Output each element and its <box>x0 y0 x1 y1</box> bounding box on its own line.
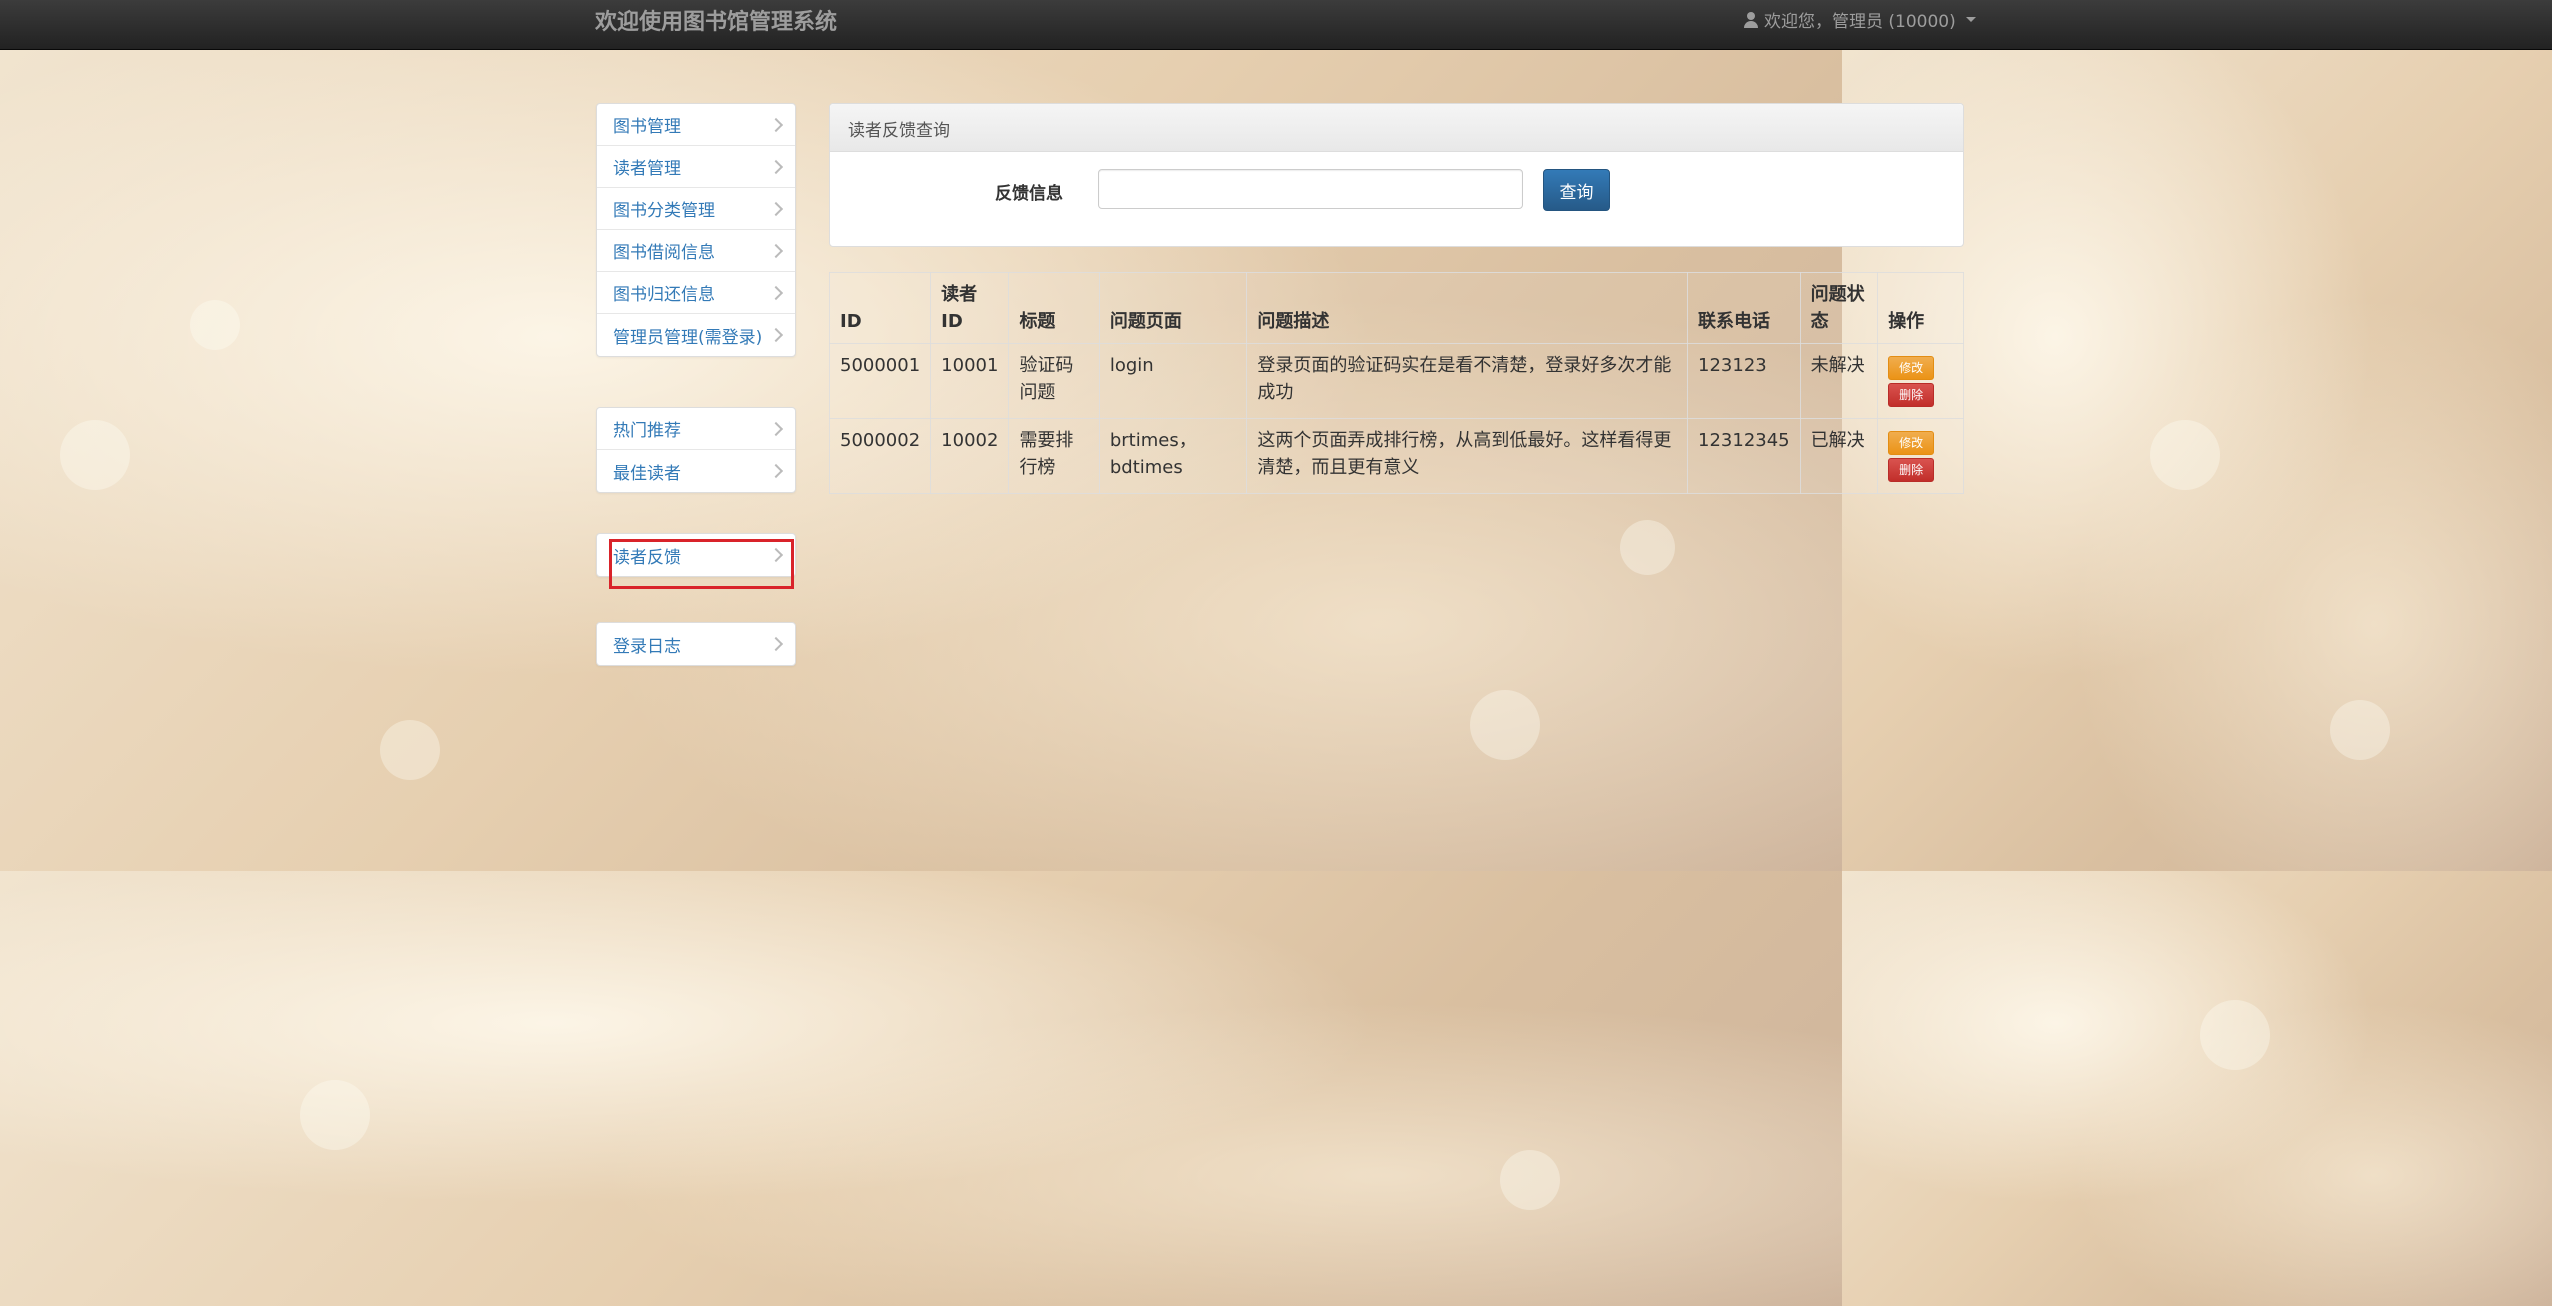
column-header-page: 问题页面 <box>1098 272 1248 344</box>
caret-down-icon <box>1965 17 1976 22</box>
chevron-right-icon <box>768 243 784 258</box>
sidebar-item-admin-management[interactable]: 管理员管理(需登录) <box>597 314 795 356</box>
sidebar-item-category-management[interactable]: 图书分类管理 <box>597 188 795 230</box>
column-header-phone: 联系电话 <box>1687 272 1801 344</box>
cell-status: 未解决 <box>1799 343 1879 419</box>
cell-phone: 123123 <box>1687 343 1801 419</box>
column-header-actions: 操作 <box>1877 272 1964 344</box>
sidebar-group-management: 图书管理 读者管理 图书分类管理 图书借阅信息 图书归还信息 管理员管理(需登录… <box>596 103 796 357</box>
table-row: 5000002 10002 需要排行榜 brtimes，bdtimes 这两个页… <box>828 418 1964 494</box>
feedback-query-panel: 读者反馈查询 反馈信息 查询 <box>829 103 1964 247</box>
cell-title: 需要排行榜 <box>1008 418 1100 494</box>
edit-button[interactable]: 修改 <box>1888 356 1935 380</box>
edit-button[interactable]: 修改 <box>1888 431 1935 455</box>
chevron-right-icon <box>768 285 784 300</box>
chevron-right-icon <box>768 327 784 343</box>
feedback-table: ID 读者ID 标题 问题页面 问题描述 联系电话 问题状态 操作 500000… <box>828 272 1964 494</box>
feedback-field-label: 反馈信息 <box>995 184 1063 204</box>
query-button[interactable]: 查询 <box>1543 169 1610 211</box>
sidebar-group-rankings: 热门推荐 最佳读者 <box>596 407 796 493</box>
user-menu-dropdown[interactable]: 欢迎您，管理员 (10000) <box>1744 7 1976 32</box>
cell-id: 5000002 <box>828 418 932 494</box>
cell-description: 这两个页面弄成排行榜，从高到低最好。这样看得更清楚，而且更有意义 <box>1246 418 1689 494</box>
cell-title: 验证码问题 <box>1008 343 1100 419</box>
cell-reader-id: 10001 <box>930 343 1010 419</box>
sidebar-item-book-management[interactable]: 图书管理 <box>597 104 795 146</box>
sidebar-item-label: 图书归还信息 <box>613 285 715 305</box>
sidebar-item-borrow-info[interactable]: 图书借阅信息 <box>597 230 795 272</box>
table-row: 5000001 10001 验证码问题 login 登录页面的验证码实在是看不清… <box>828 343 1964 419</box>
chevron-right-icon <box>768 159 784 174</box>
sidebar-item-login-log[interactable]: 登录日志 <box>597 623 795 665</box>
column-header-reader-id: 读者ID <box>930 272 1010 344</box>
chevron-right-icon <box>768 117 784 132</box>
sidebar-item-best-reader[interactable]: 最佳读者 <box>597 450 795 492</box>
sidebar-item-label: 管理员管理(需登录) <box>613 327 763 348</box>
sidebar-item-label: 读者管理 <box>613 159 681 179</box>
sidebar-item-hot-recommend[interactable]: 热门推荐 <box>597 408 795 450</box>
sidebar-item-reader-management[interactable]: 读者管理 <box>597 146 795 188</box>
sidebar-item-label: 最佳读者 <box>613 463 681 484</box>
cell-phone: 12312345 <box>1687 418 1801 494</box>
sidebar-item-label: 读者反馈 <box>613 547 681 568</box>
cell-page: brtimes，bdtimes <box>1098 418 1248 494</box>
cell-id: 5000001 <box>828 343 932 419</box>
chevron-right-icon <box>768 201 784 216</box>
sidebar-group-log: 登录日志 <box>596 622 796 666</box>
feedback-search-input[interactable] <box>1098 169 1523 209</box>
delete-button[interactable]: 删除 <box>1888 383 1935 407</box>
sidebar-item-label: 图书分类管理 <box>613 201 715 221</box>
user-menu-label: 欢迎您，管理员 (10000) <box>1764 12 1956 32</box>
brand-title[interactable]: 欢迎使用图书馆管理系统 <box>595 4 837 36</box>
column-header-status: 问题状态 <box>1799 272 1879 344</box>
cell-description: 登录页面的验证码实在是看不清楚，登录好多次才能成功 <box>1246 343 1689 419</box>
cell-status: 已解决 <box>1799 418 1879 494</box>
cell-actions: 修改 删除 <box>1877 418 1964 494</box>
chevron-right-icon <box>768 547 784 563</box>
column-header-id: ID <box>828 272 932 344</box>
user-icon <box>1744 11 1758 28</box>
sidebar-item-label: 热门推荐 <box>613 421 681 441</box>
panel-title: 读者反馈查询 <box>830 104 1963 152</box>
column-header-description: 问题描述 <box>1246 272 1689 344</box>
sidebar-item-label: 图书管理 <box>613 117 681 137</box>
chevron-right-icon <box>768 636 784 652</box>
sidebar-item-label: 登录日志 <box>613 636 681 657</box>
chevron-right-icon <box>768 463 784 479</box>
cell-reader-id: 10002 <box>930 418 1010 494</box>
table-header-row: ID 读者ID 标题 问题页面 问题描述 联系电话 问题状态 操作 <box>828 272 1964 344</box>
sidebar-group-feedback: 读者反馈 <box>596 533 796 577</box>
cell-page: login <box>1098 343 1248 419</box>
top-navbar: 欢迎使用图书馆管理系统 欢迎您，管理员 (10000) <box>0 0 2552 50</box>
cell-actions: 修改 删除 <box>1877 343 1964 419</box>
chevron-right-icon <box>768 421 784 436</box>
sidebar-item-return-info[interactable]: 图书归还信息 <box>597 272 795 314</box>
sidebar-item-label: 图书借阅信息 <box>613 243 715 263</box>
sidebar-item-reader-feedback[interactable]: 读者反馈 <box>597 534 795 576</box>
delete-button[interactable]: 删除 <box>1888 458 1935 482</box>
column-header-title: 标题 <box>1008 272 1100 344</box>
